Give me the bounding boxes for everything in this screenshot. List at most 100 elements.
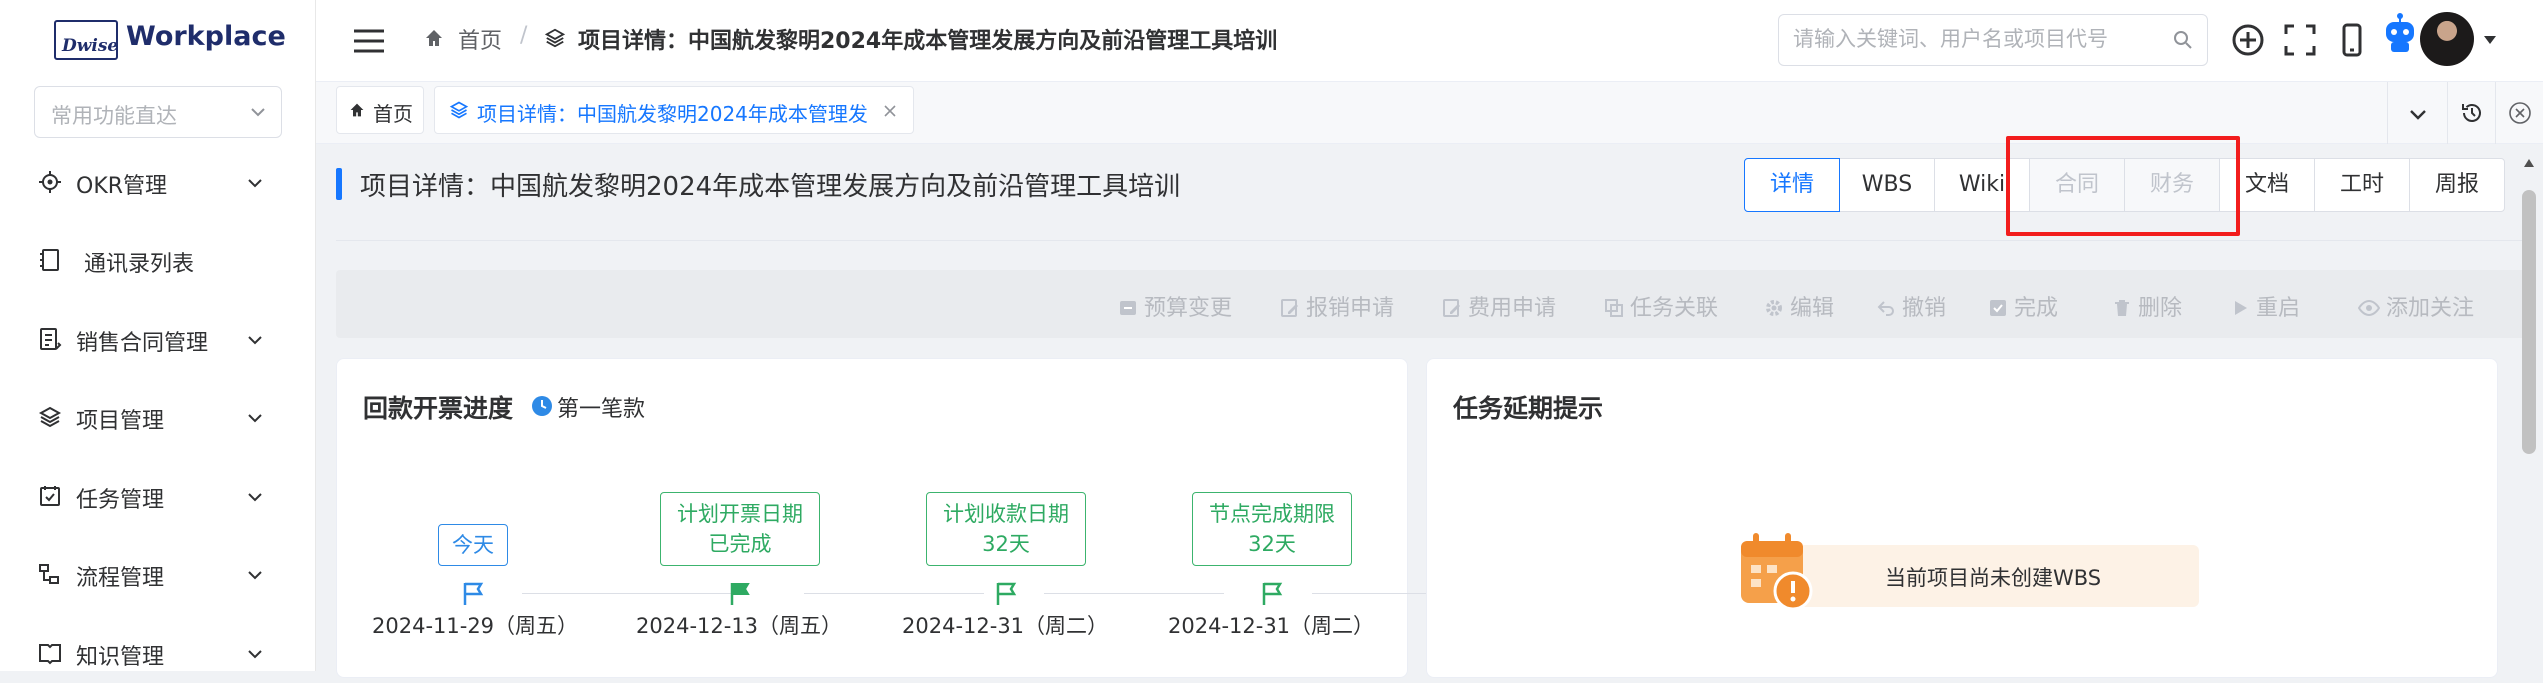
user-avatar[interactable] xyxy=(2420,12,2474,66)
mobile-icon[interactable] xyxy=(2332,20,2372,60)
empty-state-text: 当前项目尚未创建WBS xyxy=(1885,566,2102,590)
sidebar-item-knowledge[interactable]: 知识管理 xyxy=(0,623,316,683)
page-scrollbar[interactable] xyxy=(2520,150,2538,670)
check-square-icon xyxy=(1990,300,2006,316)
divider xyxy=(336,240,2528,241)
global-search[interactable] xyxy=(1778,14,2208,66)
search-icon[interactable] xyxy=(2173,30,2193,50)
breadcrumb-home[interactable]: 首页 xyxy=(458,23,502,55)
tab-home[interactable]: 首页 xyxy=(336,86,424,134)
payment-tag: 第一笔款 xyxy=(557,397,646,422)
sidebar-item-sales-contract[interactable]: 销售合同管理 xyxy=(0,309,316,369)
chevron-down-icon xyxy=(248,179,262,188)
logo-text: Workplace xyxy=(126,21,286,52)
timeline-connector xyxy=(522,593,742,594)
sidebar-item-label: 流程管理 xyxy=(76,566,165,591)
layers-icon xyxy=(449,101,469,119)
tab-work-hours[interactable]: 工时 xyxy=(2314,158,2410,212)
budget-change-button[interactable]: 预算变更 xyxy=(1118,290,1232,322)
main-content: 项目详情：中国航发黎明2024年成本管理发展方向及前沿管理工具培训 详情 WBS… xyxy=(316,136,2543,678)
scroll-up-arrow-icon[interactable] xyxy=(2523,158,2535,168)
follow-button[interactable]: 添加关注 xyxy=(2358,290,2474,322)
breadcrumb-separator: / xyxy=(520,23,528,48)
page-title: 项目详情：中国航发黎明2024年成本管理发展方向及前沿管理工具培训 xyxy=(360,172,1181,202)
sidebar-item-label: OKR管理 xyxy=(76,174,168,199)
scrollbar-thumb[interactable] xyxy=(2522,190,2536,454)
sidebar-item-workflow[interactable]: 流程管理 xyxy=(0,544,316,604)
history-button[interactable] xyxy=(2447,82,2495,144)
copy-link-icon xyxy=(1605,299,1623,317)
sidebar: Dwise Workplace 常用功能直达 OKR管理 通讯录列表 销售合同管… xyxy=(0,0,316,671)
flag-outline-icon xyxy=(996,582,1017,605)
delete-button[interactable]: 删除 xyxy=(2112,290,2182,322)
card-title: 回款开票进度 xyxy=(363,394,514,423)
chevron-down-icon xyxy=(248,414,262,423)
badge-title: 今天 xyxy=(452,533,494,557)
tab-project-detail[interactable]: 项目详情：中国航发黎明2024年成本管理发展... xyxy=(434,86,914,134)
restart-button[interactable]: 重启 xyxy=(2230,290,2300,322)
history-icon xyxy=(2462,104,2481,122)
title-accent-bar xyxy=(336,168,342,200)
reimburse-apply-button[interactable]: 报销申请 xyxy=(1280,290,1394,322)
home-icon xyxy=(426,30,442,46)
edit-button[interactable]: 编辑 xyxy=(1764,290,1834,322)
tab-wbs[interactable]: WBS xyxy=(1839,158,1935,212)
book-icon xyxy=(39,644,61,665)
logo-mark: Dwise xyxy=(54,20,118,60)
timeline-date: 2024-12-31（周二） xyxy=(1168,614,1375,638)
fullscreen-icon[interactable] xyxy=(2280,20,2320,60)
gear-icon xyxy=(1766,300,1782,316)
close-all-tabs-button[interactable] xyxy=(2495,82,2543,144)
tab-label: 项目详情：中国航发黎明2024年成本管理发展... xyxy=(477,102,867,126)
top-header: 首页 / 项目详情：中国航发黎明2024年成本管理发展方向及前沿管理工具培训 xyxy=(316,0,2543,82)
badge-status: 32天 xyxy=(982,532,1030,556)
sidebar-item-label: 通讯录列表 xyxy=(84,252,195,277)
complete-button[interactable]: 完成 xyxy=(1988,290,2058,322)
sidebar-item-okr[interactable]: OKR管理 xyxy=(0,152,316,212)
tab-list-dropdown[interactable] xyxy=(2387,82,2447,144)
task-link-button[interactable]: 任务关联 xyxy=(1604,290,1718,322)
robot-assistant-icon[interactable] xyxy=(2380,12,2420,56)
close-circle-icon xyxy=(2509,102,2531,124)
trash-icon xyxy=(2115,300,2129,316)
play-icon xyxy=(2235,301,2247,315)
action-label: 撤销 xyxy=(1902,296,1947,321)
timeline-connector xyxy=(1044,593,1224,594)
timeline-date: 2024-12-31（周二） xyxy=(902,614,1109,638)
chevron-down-icon xyxy=(248,493,262,502)
add-circle-icon[interactable] xyxy=(2228,20,2268,60)
badge-title: 节点完成期限 xyxy=(1209,502,1335,526)
action-label: 报销申请 xyxy=(1306,296,1395,321)
timeline-date: 2024-11-29（周五） xyxy=(372,614,579,638)
action-label: 完成 xyxy=(2014,296,2059,321)
collection-date-badge: 计划收款日期 32天 xyxy=(926,492,1086,566)
chevron-down-icon xyxy=(2410,110,2426,120)
revoke-button[interactable]: 撤销 xyxy=(1876,290,1946,322)
workflow-icon xyxy=(39,564,59,584)
today-badge: 今天 xyxy=(438,524,508,566)
budget-icon xyxy=(1120,301,1136,315)
edit-doc-icon xyxy=(1281,299,1298,317)
sidebar-item-project[interactable]: 项目管理 xyxy=(0,387,316,447)
expense-apply-button[interactable]: 费用申请 xyxy=(1442,290,1556,322)
hamburger-menu-icon[interactable] xyxy=(352,26,386,56)
tab-weekly-report[interactable]: 周报 xyxy=(2409,158,2505,212)
app-logo[interactable]: Dwise Workplace xyxy=(54,18,286,62)
empty-state-banner: 当前项目尚未创建WBS xyxy=(1799,545,2199,607)
target-icon xyxy=(39,171,61,193)
close-icon[interactable] xyxy=(883,104,897,118)
search-input[interactable] xyxy=(1793,23,2153,57)
contacts-icon xyxy=(40,249,59,271)
action-label: 添加关注 xyxy=(2386,296,2475,321)
tab-detail[interactable]: 详情 xyxy=(1744,158,1840,212)
caret-down-icon[interactable] xyxy=(2482,34,2498,46)
eye-icon xyxy=(2358,299,2380,317)
sidebar-item-task[interactable]: 任务管理 xyxy=(0,466,316,526)
sidebar-item-contacts[interactable]: 通讯录列表 xyxy=(0,230,316,290)
flag-filled-icon xyxy=(730,583,750,605)
badge-title: 计划收款日期 xyxy=(943,502,1069,526)
layers-icon xyxy=(544,28,566,48)
layers-icon xyxy=(38,406,62,428)
node-deadline-badge: 节点完成期限 32天 xyxy=(1192,492,1352,566)
quick-access-select[interactable]: 常用功能直达 xyxy=(34,86,282,138)
